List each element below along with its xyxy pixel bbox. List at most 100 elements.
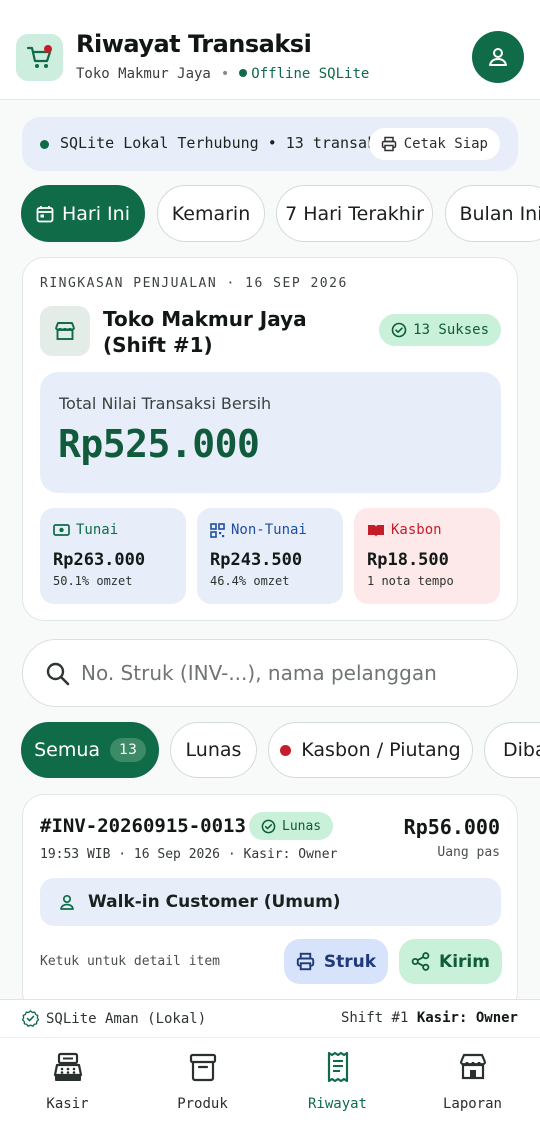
summary-eyebrow: RINGKASAN PENJUALAN · 16 SEP 2026 — [40, 276, 348, 291]
cash-label: Tunai — [76, 522, 119, 538]
verified-badge-icon — [22, 1010, 39, 1027]
credit-stat-header: Kasbon — [367, 522, 442, 538]
transaction-amount: Rp56.000 — [403, 815, 500, 839]
shopping-cart-icon — [16, 34, 63, 81]
printer-icon — [381, 136, 396, 152]
footer-status-bar: SQLite Aman (Lokal) Shift #1 Kasir: Owne… — [0, 1000, 540, 1038]
cash-stat: Tunai Rp263.000 50.1% omzet — [40, 508, 186, 604]
tab-last-7-days[interactable]: 7 Hari Terakhir — [276, 185, 433, 242]
send-button[interactable]: Kirim — [399, 939, 502, 984]
success-badge: 13 Sukses — [379, 314, 501, 346]
transaction-card[interactable]: #INV-20260915-0013 Lunas Rp56.000 19:53 … — [22, 794, 518, 1014]
nav-reports[interactable]: Laporan — [405, 1045, 540, 1122]
filter-cancelled-label: Dibatalkan — [503, 739, 540, 761]
status-filter-tabs: Semua 13 Lunas Kasbon / Piutang Dibatalk… — [21, 722, 540, 779]
connection-status: Offline SQLite — [251, 66, 370, 82]
tab-today[interactable]: Hari Ini — [21, 185, 145, 242]
cash-value: Rp263.000 — [53, 550, 146, 570]
user-icon — [60, 894, 74, 910]
cashier-name: Owner — [475, 1010, 518, 1026]
customer-name: Walk-in Customer (Umum) — [88, 892, 341, 912]
filter-credit[interactable]: Kasbon / Piutang — [268, 722, 473, 778]
separator: • — [220, 66, 230, 82]
search-input[interactable]: No. Struk (INV-...), nama pelanggan — [22, 639, 518, 707]
net-total-value: Rp525.000 — [58, 422, 260, 466]
qr-code-icon — [210, 522, 225, 538]
print-ready-label: Cetak Siap — [403, 136, 488, 152]
send-button-label: Kirim — [439, 951, 490, 972]
filter-all-count: 13 — [110, 738, 146, 762]
profile-button[interactable] — [472, 31, 524, 83]
non-cash-label: Non-Tunai — [231, 522, 307, 538]
nav-cashier[interactable]: Kasir — [0, 1045, 135, 1122]
net-total-box: Total Nilai Transaksi Bersih Rp525.000 — [40, 372, 501, 493]
filter-all[interactable]: Semua 13 — [21, 722, 159, 778]
print-ready-button[interactable]: Cetak Siap — [368, 128, 500, 160]
filter-paid[interactable]: Lunas — [170, 722, 257, 778]
filter-credit-label: Kasbon / Piutang — [301, 739, 461, 761]
cash-share: 50.1% omzet — [53, 574, 133, 588]
nav-reports-label: Laporan — [442, 1096, 502, 1112]
app-header: Riwayat Transaksi Toko Makmur Jaya • Offli… — [0, 0, 540, 100]
date-filter-tabs: Hari Ini Kemarin 7 Hari Terakhir Bulan I… — [21, 185, 540, 243]
credit-dot-icon — [280, 744, 292, 756]
tab-this-month[interactable]: Bulan Ini — [445, 185, 540, 242]
credit-note: 1 nota tempo — [367, 574, 454, 588]
net-total-label: Total Nilai Transaksi Bersih — [59, 394, 272, 413]
credit-value: Rp18.500 — [367, 550, 449, 570]
customer-row: Walk-in Customer (Umum) — [40, 878, 501, 926]
tab-yesterday-label: Kemarin — [171, 202, 251, 225]
payment-note: Uang pas — [437, 845, 500, 860]
non-cash-value: Rp243.500 — [210, 550, 303, 570]
store-name: Toko Makmur Jaya — [76, 66, 211, 82]
shift-info: Shift #1 Kasir: Owner — [341, 1010, 518, 1026]
nav-cashier-label: Kasir — [46, 1096, 89, 1112]
online-dot-icon — [239, 69, 248, 77]
search-placeholder: No. Struk (INV-...), nama pelanggan — [81, 661, 437, 685]
search-icon — [46, 662, 70, 686]
open-book-icon — [368, 524, 384, 537]
receipt-button[interactable]: Struk — [284, 939, 388, 984]
banknote-icon — [53, 524, 70, 536]
receipt-icon — [327, 1051, 348, 1083]
summary-store-name: Toko Makmur Jaya (Shift #1) — [103, 307, 307, 357]
non-cash-stat: Non-Tunai Rp243.500 46.4% omzet — [197, 508, 343, 604]
cashier-label: Kasir: — [416, 1010, 468, 1026]
check-circle-icon — [391, 322, 407, 338]
success-count: 13 Sukses — [413, 322, 489, 338]
cash-register-icon — [53, 1052, 82, 1081]
nav-history-label: Riwayat — [307, 1096, 367, 1112]
filter-paid-label: Lunas — [185, 739, 242, 761]
paid-label: Lunas — [282, 818, 322, 834]
cash-stat-header: Tunai — [53, 522, 118, 538]
status-dot-icon — [40, 140, 49, 149]
header-subtitle: Toko Makmur Jaya • Offline SQLite — [76, 66, 369, 82]
tab-yesterday[interactable]: Kemarin — [157, 185, 265, 242]
credit-stat: Kasbon Rp18.500 1 nota tempo — [354, 508, 500, 604]
user-icon — [489, 48, 507, 66]
shift-label: Shift #1 — [340, 1010, 409, 1026]
detail-hint: Ketuk untuk detail item — [40, 954, 221, 969]
nav-history[interactable]: Riwayat — [270, 1045, 405, 1122]
archive-box-icon — [189, 1053, 216, 1082]
page-title: Riwayat Transaksi — [76, 30, 312, 58]
non-cash-share: 46.4% omzet — [210, 574, 290, 588]
share-icon — [411, 952, 430, 971]
calendar-icon — [36, 205, 54, 222]
invoice-number: #INV-20260915-0013 — [40, 815, 246, 837]
tab-last-7-days-label: 7 Hari Terakhir — [285, 202, 424, 225]
tab-this-month-label: Bulan Ini — [459, 202, 540, 225]
sales-summary-card: RINGKASAN PENJUALAN · 16 SEP 2026 Toko M… — [22, 257, 518, 621]
storefront-icon — [459, 1053, 486, 1080]
receipt-button-label: Struk — [323, 951, 377, 972]
sync-status-text: SQLite Lokal Terhubung • 13 transaksi — [60, 134, 390, 152]
non-cash-stat-header: Non-Tunai — [210, 522, 307, 538]
filter-cancelled[interactable]: Dibatalkan — [484, 722, 540, 778]
paid-badge: Lunas — [249, 812, 334, 840]
db-status-text: SQLite Aman (Lokal) — [46, 1010, 207, 1027]
nav-products[interactable]: Produk — [135, 1045, 270, 1122]
db-status: SQLite Aman (Lokal) — [22, 1010, 206, 1027]
sync-banner: SQLite Lokal Terhubung • 13 transaksi Ce… — [22, 117, 518, 171]
nav-products-label: Produk — [177, 1096, 228, 1112]
filter-all-label: Semua — [34, 739, 101, 761]
